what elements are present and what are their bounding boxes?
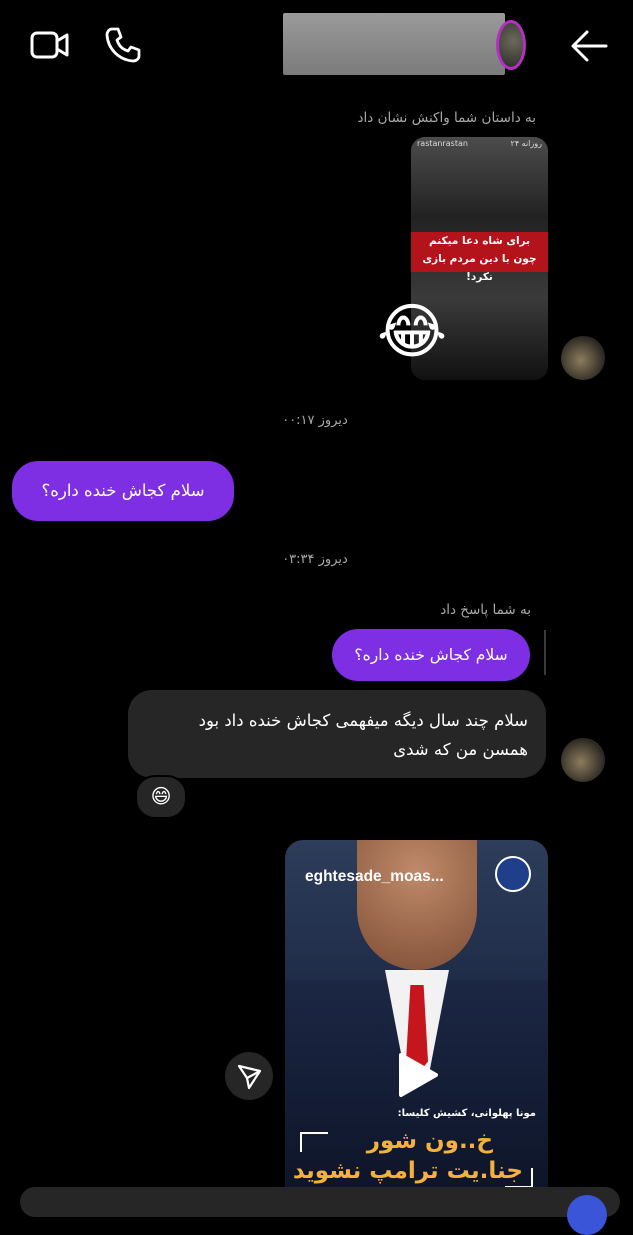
quoted-message[interactable]: سلام کجاش خنده داره؟ xyxy=(332,629,530,681)
story-image-top: rastanrastan روزانه ۲۴ برای شاه دعا میکن… xyxy=(411,137,548,297)
reel-caption: مونا پهلوانی، کشیش کلیسا: xyxy=(397,1108,536,1119)
message-composer[interactable] xyxy=(20,1187,620,1217)
sender-avatar[interactable] xyxy=(561,738,605,782)
received-message-line1: سلام چند سال دیگه میفهمی کجاش خنده داد ب… xyxy=(198,711,528,730)
reel-frame-corner xyxy=(300,1132,328,1152)
back-button[interactable] xyxy=(570,29,608,63)
story-reaction-emoji: 😂 xyxy=(377,297,448,367)
audio-call-button[interactable] xyxy=(104,26,142,64)
quote-bar xyxy=(544,630,546,675)
reel-headline-2: جنا.یت ترامپ نشوید xyxy=(292,1158,523,1184)
message-reaction[interactable]: 😄 xyxy=(135,775,187,819)
camera-button[interactable] xyxy=(567,1195,607,1235)
story-banner-line2: چون با دین مردم بازی نکرد! xyxy=(422,253,537,283)
video-call-button[interactable] xyxy=(30,28,70,62)
timestamp: دیروز ۰۳:۳۴ xyxy=(282,552,348,567)
reel-account-logo xyxy=(495,856,531,892)
reel-headline-1: خ..ون شور xyxy=(366,1128,493,1154)
shared-reel[interactable]: eghtesade_moas... مونا پهلوانی، کشیش کلی… xyxy=(285,840,548,1200)
contact-avatar[interactable] xyxy=(496,20,526,70)
timestamp: دیروز ۰۰:۱۷ xyxy=(282,413,348,428)
share-button[interactable] xyxy=(225,1052,273,1100)
story-tag-left: rastanrastan xyxy=(417,139,468,148)
story-banner: برای شاه دعا میکنم چون با دین مردم بازی … xyxy=(411,232,548,283)
arrow-left-icon xyxy=(571,30,608,62)
story-reaction-label: به داستان شما واکنش نشان داد xyxy=(357,110,536,126)
phone-icon xyxy=(105,27,141,63)
sent-message[interactable]: سلام کجاش خنده داره؟ xyxy=(12,461,234,521)
reel-username[interactable]: eghtesade_moas... xyxy=(305,868,444,886)
video-camera-icon xyxy=(30,31,69,59)
story-banner-line1: برای شاه دعا میکنم xyxy=(428,235,531,247)
reel-figure-face xyxy=(357,840,477,970)
contact-name-redacted[interactable] xyxy=(283,13,505,75)
story-tag-right: روزانه ۲۴ xyxy=(510,139,542,148)
play-button[interactable] xyxy=(391,1050,441,1100)
sender-avatar[interactable] xyxy=(561,336,605,380)
send-icon xyxy=(237,1064,262,1090)
received-message-line2: همسن من که شدی xyxy=(393,740,528,759)
reply-label: به شما پاسخ داد xyxy=(440,602,531,618)
play-icon xyxy=(399,1053,438,1097)
received-message[interactable]: سلام چند سال دیگه میفهمی کجاش خنده داد ب… xyxy=(128,690,546,778)
